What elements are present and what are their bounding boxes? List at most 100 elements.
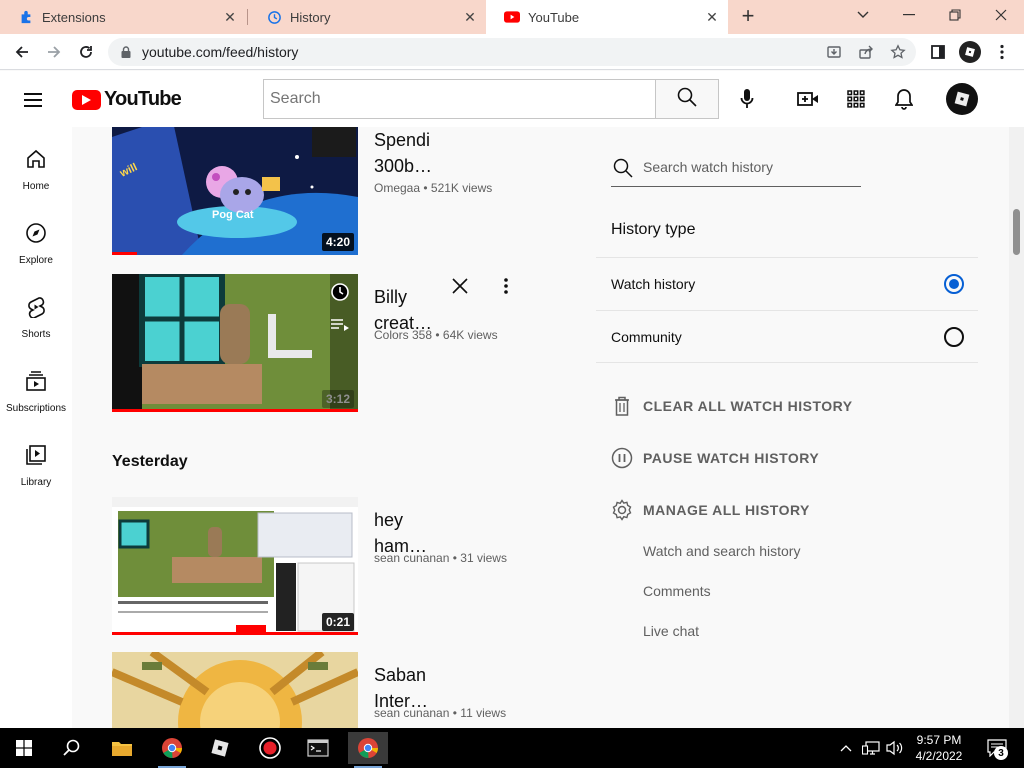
- video-item[interactable]: will Pog Cat 4:20 Spendi 300b… Omegaa • …: [112, 127, 532, 257]
- browser-menu-icon[interactable]: [990, 40, 1014, 64]
- install-app-icon[interactable]: [824, 42, 844, 62]
- back-arrow-icon[interactable]: [10, 40, 34, 64]
- windows-taskbar: 9:57 PM 4/2/2022 3: [0, 728, 1024, 768]
- share-icon[interactable]: [856, 42, 876, 62]
- account-avatar[interactable]: [946, 83, 978, 115]
- action-label: CLEAR ALL WATCH HISTORY: [643, 398, 853, 414]
- video-thumbnail[interactable]: 3:12: [112, 274, 358, 412]
- tray-chevron-up-icon[interactable]: [836, 738, 856, 758]
- guide-item-shorts[interactable]: Shorts: [0, 275, 72, 349]
- video-channel[interactable]: sean cunanan: [374, 551, 449, 565]
- create-video-icon[interactable]: [796, 87, 820, 111]
- watch-later-icon[interactable]: [328, 280, 352, 304]
- video-channel[interactable]: Omegaa: [374, 181, 420, 195]
- compass-icon: [24, 221, 48, 245]
- thumbnail-image: [112, 652, 358, 728]
- close-icon[interactable]: ✕: [222, 9, 238, 25]
- lock-icon[interactable]: [116, 42, 136, 62]
- system-clock[interactable]: 9:57 PM 4/2/2022: [912, 732, 966, 764]
- add-to-queue-icon[interactable]: [328, 312, 352, 336]
- taskbar-chrome[interactable]: [152, 732, 192, 768]
- video-thumbnail[interactable]: [112, 652, 358, 728]
- search-icon: [613, 158, 633, 183]
- video-channel[interactable]: sean cunanan: [374, 706, 449, 720]
- tab-extensions[interactable]: Extensions ✕: [0, 0, 246, 34]
- taskbar-roblox[interactable]: [200, 732, 240, 764]
- clear-all-watch-history-button[interactable]: CLEAR ALL WATCH HISTORY: [611, 394, 853, 418]
- search-input[interactable]: [263, 79, 656, 119]
- video-item[interactable]: Saban Inter… sean cunanan • 11 views: [112, 652, 532, 728]
- logo-text: YouTube: [104, 88, 182, 110]
- volume-icon[interactable]: [885, 738, 905, 758]
- video-views: 11 views: [460, 706, 507, 720]
- video-thumbnail[interactable]: 0:21: [112, 497, 358, 635]
- guide-item-library[interactable]: Library: [0, 423, 72, 497]
- guide-item-home[interactable]: Home: [0, 127, 72, 201]
- window-close-icon[interactable]: [978, 0, 1024, 30]
- apps-grid-icon[interactable]: [844, 87, 868, 111]
- page-scrollbar[interactable]: [1009, 127, 1024, 728]
- tab-history[interactable]: History ✕: [248, 0, 486, 34]
- video-thumbnail[interactable]: will Pog Cat 4:20: [112, 127, 358, 255]
- tab-youtube[interactable]: YouTube ✕: [486, 0, 728, 34]
- guide-item-explore[interactable]: Explore: [0, 201, 72, 275]
- puzzle-icon: [18, 9, 34, 25]
- reload-icon[interactable]: [74, 40, 98, 64]
- start-button[interactable]: [4, 732, 44, 764]
- youtube-logo[interactable]: YouTube: [72, 88, 182, 111]
- link-comments[interactable]: Comments: [643, 583, 711, 599]
- video-channel[interactable]: Colors 358: [374, 328, 432, 342]
- forward-arrow-icon[interactable]: [42, 40, 66, 64]
- taskbar-terminal[interactable]: [298, 732, 338, 764]
- link-watch-and-search-history[interactable]: Watch and search history: [643, 543, 800, 559]
- close-icon[interactable]: ✕: [704, 9, 720, 25]
- search-button[interactable]: [655, 79, 719, 119]
- bookmark-star-icon[interactable]: [888, 42, 908, 62]
- taskbar-search-button[interactable]: [52, 732, 92, 764]
- guide-label: Library: [20, 477, 52, 488]
- video-views: 521K views: [430, 181, 493, 195]
- thumbnail-caption: Pog Cat: [212, 209, 254, 221]
- side-panel-icon[interactable]: [926, 40, 950, 64]
- roblox-icon: [211, 739, 229, 757]
- manage-all-history-button[interactable]: MANAGE ALL HISTORY: [611, 498, 810, 522]
- radio-label: Community: [611, 329, 682, 345]
- new-tab-button[interactable]: +: [736, 5, 760, 28]
- close-icon[interactable]: ✕: [462, 9, 478, 25]
- more-actions-icon[interactable]: [494, 274, 518, 298]
- taskbar-chrome-active[interactable]: [348, 732, 388, 768]
- profile-avatar-icon[interactable]: [958, 40, 982, 64]
- pause-watch-history-button[interactable]: PAUSE WATCH HISTORY: [611, 446, 819, 470]
- tab-search-icon[interactable]: [840, 0, 886, 30]
- scrollbar-thumb[interactable]: [1013, 209, 1020, 255]
- chrome-icon: [162, 738, 183, 759]
- link-live-chat[interactable]: Live chat: [643, 623, 699, 639]
- action-center-icon[interactable]: 3: [984, 738, 1010, 760]
- restore-icon[interactable]: [932, 0, 978, 30]
- microphone-icon[interactable]: [735, 87, 759, 111]
- address-bar[interactable]: youtube.com/feed/history: [108, 38, 916, 66]
- taskbar-recorder[interactable]: [250, 732, 290, 764]
- notifications-bell-icon[interactable]: [892, 87, 916, 111]
- network-icon[interactable]: [861, 738, 881, 758]
- youtube-logo-icon: [72, 89, 101, 110]
- menu-icon[interactable]: [24, 89, 48, 109]
- video-title[interactable]: Spendi 300b…: [374, 127, 444, 179]
- windows-logo-icon: [16, 740, 32, 756]
- browser-tab-bar: Extensions ✕ History ✕ YouTube ✕ +: [0, 0, 1024, 34]
- search-watch-history-input[interactable]: Search watch history: [611, 149, 861, 187]
- video-meta: sean cunanan • 31 views: [374, 551, 507, 565]
- video-item[interactable]: 0:21 hey ham… sean cunanan • 31 views: [112, 497, 532, 637]
- video-item[interactable]: 3:12 Billy creat… Colors 358 • 64K views: [112, 274, 532, 414]
- history-type-community[interactable]: Community: [596, 310, 978, 363]
- radio-selected[interactable]: [944, 274, 964, 294]
- trash-icon: [611, 395, 633, 417]
- action-label: MANAGE ALL HISTORY: [643, 502, 810, 518]
- radio-unselected[interactable]: [944, 327, 964, 347]
- guide-item-subscriptions[interactable]: Subscriptions: [0, 349, 72, 423]
- tab-label: History: [290, 9, 331, 25]
- taskbar-file-explorer[interactable]: [102, 732, 142, 764]
- history-type-watch[interactable]: Watch history: [596, 257, 978, 310]
- minimize-icon[interactable]: [886, 0, 932, 30]
- remove-from-history-icon[interactable]: [448, 274, 472, 298]
